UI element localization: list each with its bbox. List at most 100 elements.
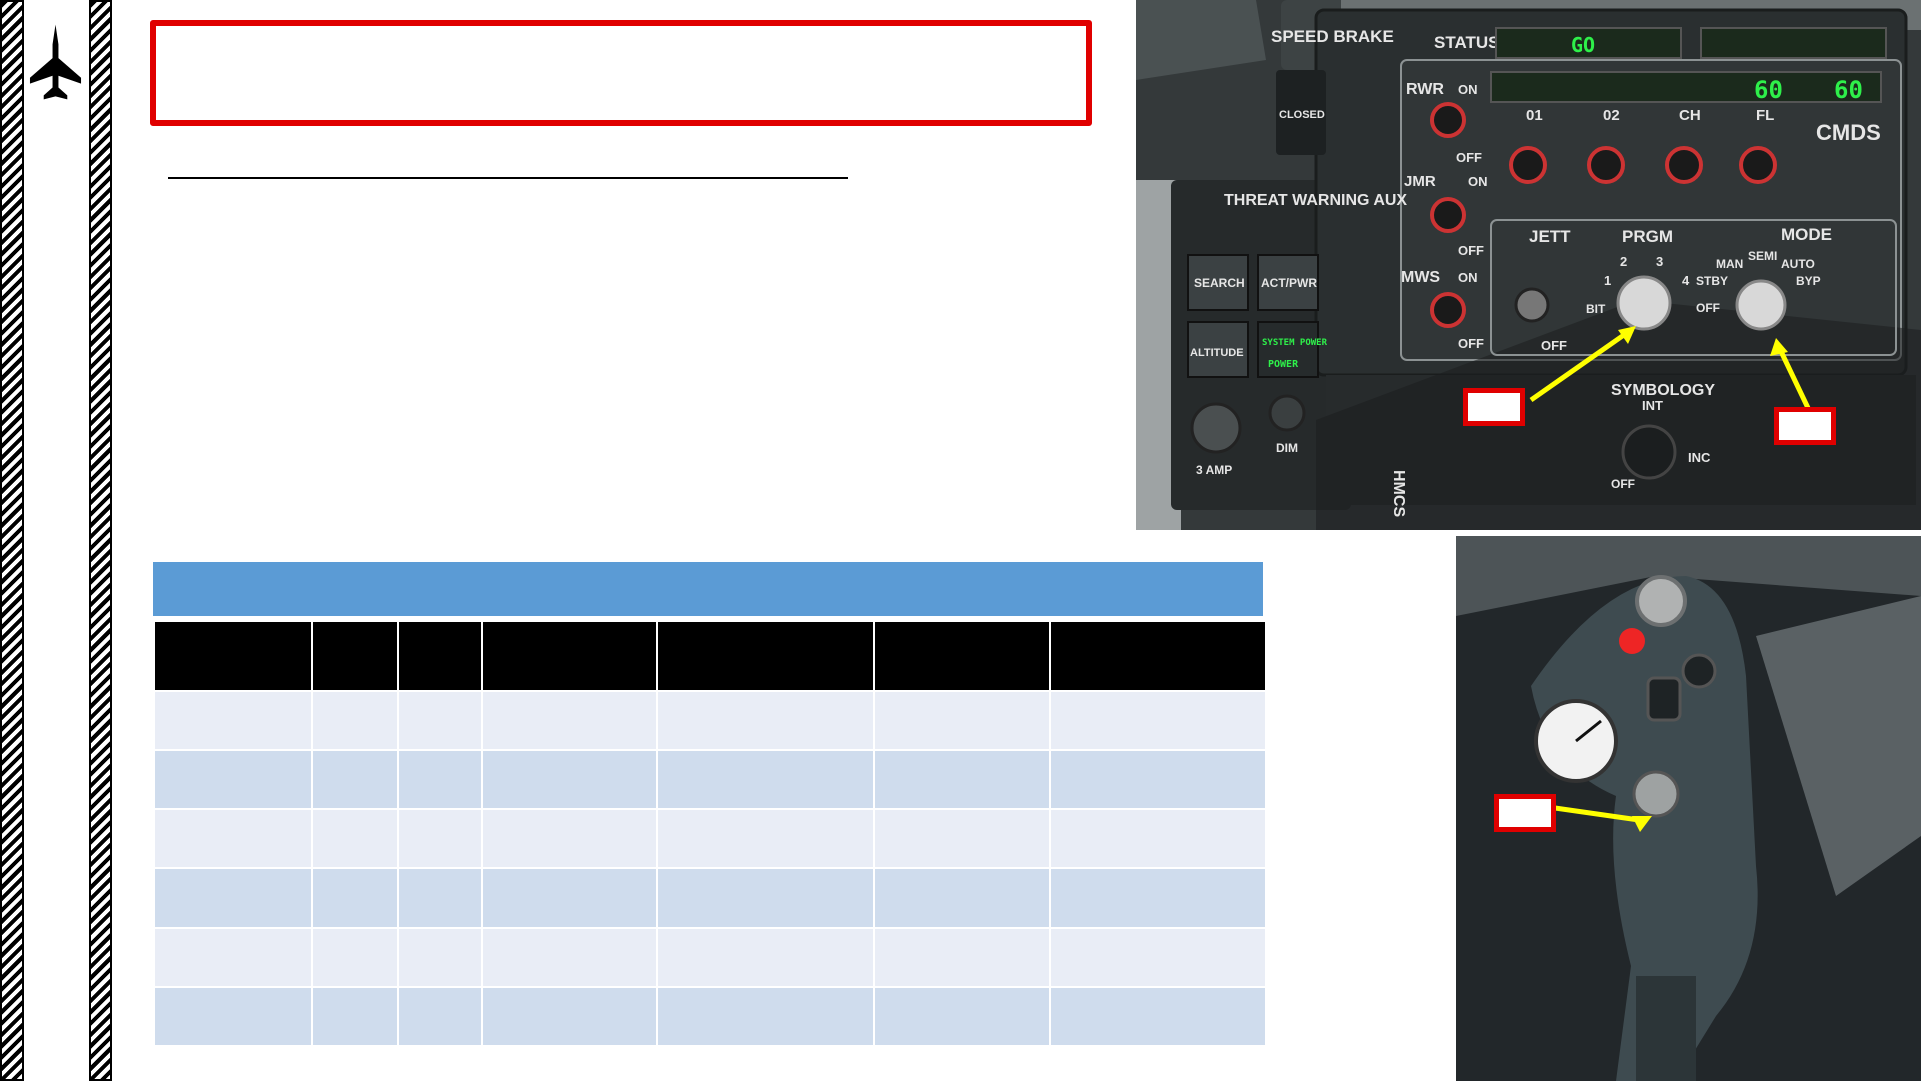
table-cell [875, 810, 1049, 868]
table-cell [399, 692, 481, 750]
rwr-switch[interactable] [1430, 102, 1466, 138]
table-cell [658, 810, 873, 868]
jmr-switch[interactable] [1430, 197, 1466, 233]
prgm-position-1: 1 [1604, 273, 1611, 288]
off-label: OFF [1458, 243, 1484, 258]
altitude-label: ALTITUDE [1190, 347, 1244, 359]
mode-position-byp: BYP [1796, 274, 1821, 288]
table-title-bar [153, 562, 1263, 616]
mode-position-stby: STBY [1696, 274, 1728, 288]
table-cell [313, 692, 397, 750]
dispense-switch[interactable] [1646, 676, 1682, 722]
threat-warning-aux-label: THREAT WARNING AUX [1224, 192, 1407, 209]
title-box [150, 20, 1092, 126]
table-cell [399, 928, 481, 986]
dim-knob[interactable] [1268, 394, 1306, 432]
table-cell [875, 869, 1049, 927]
table-cell [155, 751, 311, 809]
on-label: ON [1458, 82, 1478, 97]
callout-box [1774, 407, 1836, 445]
table-cell [399, 751, 481, 809]
off-label: OFF [1611, 477, 1635, 491]
table-cell [658, 987, 873, 1045]
jmr-label: JMR [1404, 173, 1436, 190]
prgm-knob[interactable] [1616, 275, 1672, 331]
search-label: SEARCH [1194, 276, 1245, 290]
switch-01[interactable] [1509, 146, 1547, 184]
column-header [155, 622, 311, 690]
status-label: STATUS [1434, 33, 1499, 52]
table-cell [483, 869, 656, 927]
switch-02-label: 02 [1603, 107, 1620, 124]
table-cell [658, 869, 873, 927]
table-cell [313, 751, 397, 809]
inc-label: INC [1688, 450, 1711, 465]
table-header-row [155, 622, 1265, 690]
int-label: INT [1642, 398, 1663, 413]
switch-ch[interactable] [1665, 146, 1703, 184]
on-label: ON [1468, 174, 1488, 189]
symbology-label: SYMBOLOGY [1611, 382, 1715, 399]
flare-count-display: 60 [1834, 76, 1863, 104]
table-cell [1051, 810, 1265, 868]
table-cell [313, 987, 397, 1045]
cmds-label: CMDS [1816, 120, 1881, 145]
switch-02[interactable] [1587, 146, 1625, 184]
table-cell [155, 692, 311, 750]
antenna-elevation-knob[interactable] [1681, 653, 1717, 689]
prgm-position-4: 4 [1682, 273, 1690, 288]
table-cell [313, 928, 397, 986]
callout-box [1463, 388, 1525, 426]
mws-label: MWS [1401, 269, 1440, 286]
speed-brake-label: SPEED BRAKE [1271, 27, 1394, 46]
chaff-count-display: 60 [1754, 76, 1783, 104]
table-cell [1051, 692, 1265, 750]
cms-switch[interactable] [1632, 770, 1680, 818]
table-cell [483, 810, 656, 868]
jett-switch[interactable] [1514, 287, 1550, 323]
switch-fl[interactable] [1739, 146, 1777, 184]
table-cell [1051, 928, 1265, 986]
table-cell [658, 692, 873, 750]
table-cell [875, 751, 1049, 809]
table-row [155, 928, 1265, 986]
fighter-jet-icon [29, 24, 82, 100]
column-header [875, 622, 1049, 690]
switch-01-label: 01 [1526, 107, 1543, 124]
closed-label: CLOSED [1279, 109, 1325, 121]
fuse-holder [1190, 402, 1242, 454]
table-cell [875, 987, 1049, 1045]
symbology-knob[interactable] [1621, 424, 1677, 480]
go-display: GO [1571, 33, 1595, 57]
jett-label: JETT [1529, 227, 1571, 246]
mode-position-man: MAN [1716, 257, 1743, 271]
table-cell [155, 987, 311, 1045]
rwr-label: RWR [1406, 81, 1444, 98]
mode-position-off: OFF [1696, 301, 1720, 315]
table-cell [1051, 987, 1265, 1045]
data-table [153, 620, 1267, 1047]
table-cell [875, 692, 1049, 750]
column-header [313, 622, 397, 690]
table-cell [658, 928, 873, 986]
throttle-photo [1456, 536, 1921, 1081]
cursor-enable-button[interactable] [1635, 575, 1687, 627]
mws-switch[interactable] [1430, 292, 1466, 328]
hmcs-label: HMCS [1390, 470, 1407, 517]
amp-label: 3 AMP [1196, 463, 1232, 477]
callout-box [1494, 794, 1556, 832]
table-row [155, 751, 1265, 809]
prgm-position-2: 2 [1620, 254, 1627, 269]
column-header [658, 622, 873, 690]
table-cell [1051, 751, 1265, 809]
table-cell [483, 692, 656, 750]
red-button[interactable] [1619, 628, 1645, 654]
table-row [155, 987, 1265, 1045]
table-cell [313, 810, 397, 868]
power-label: POWER [1268, 359, 1299, 370]
decorative-stripe-right [89, 0, 112, 1081]
switch-ch-label: CH [1679, 107, 1701, 124]
column-header [399, 622, 481, 690]
mode-knob[interactable] [1735, 279, 1787, 331]
column-header [1051, 622, 1265, 690]
